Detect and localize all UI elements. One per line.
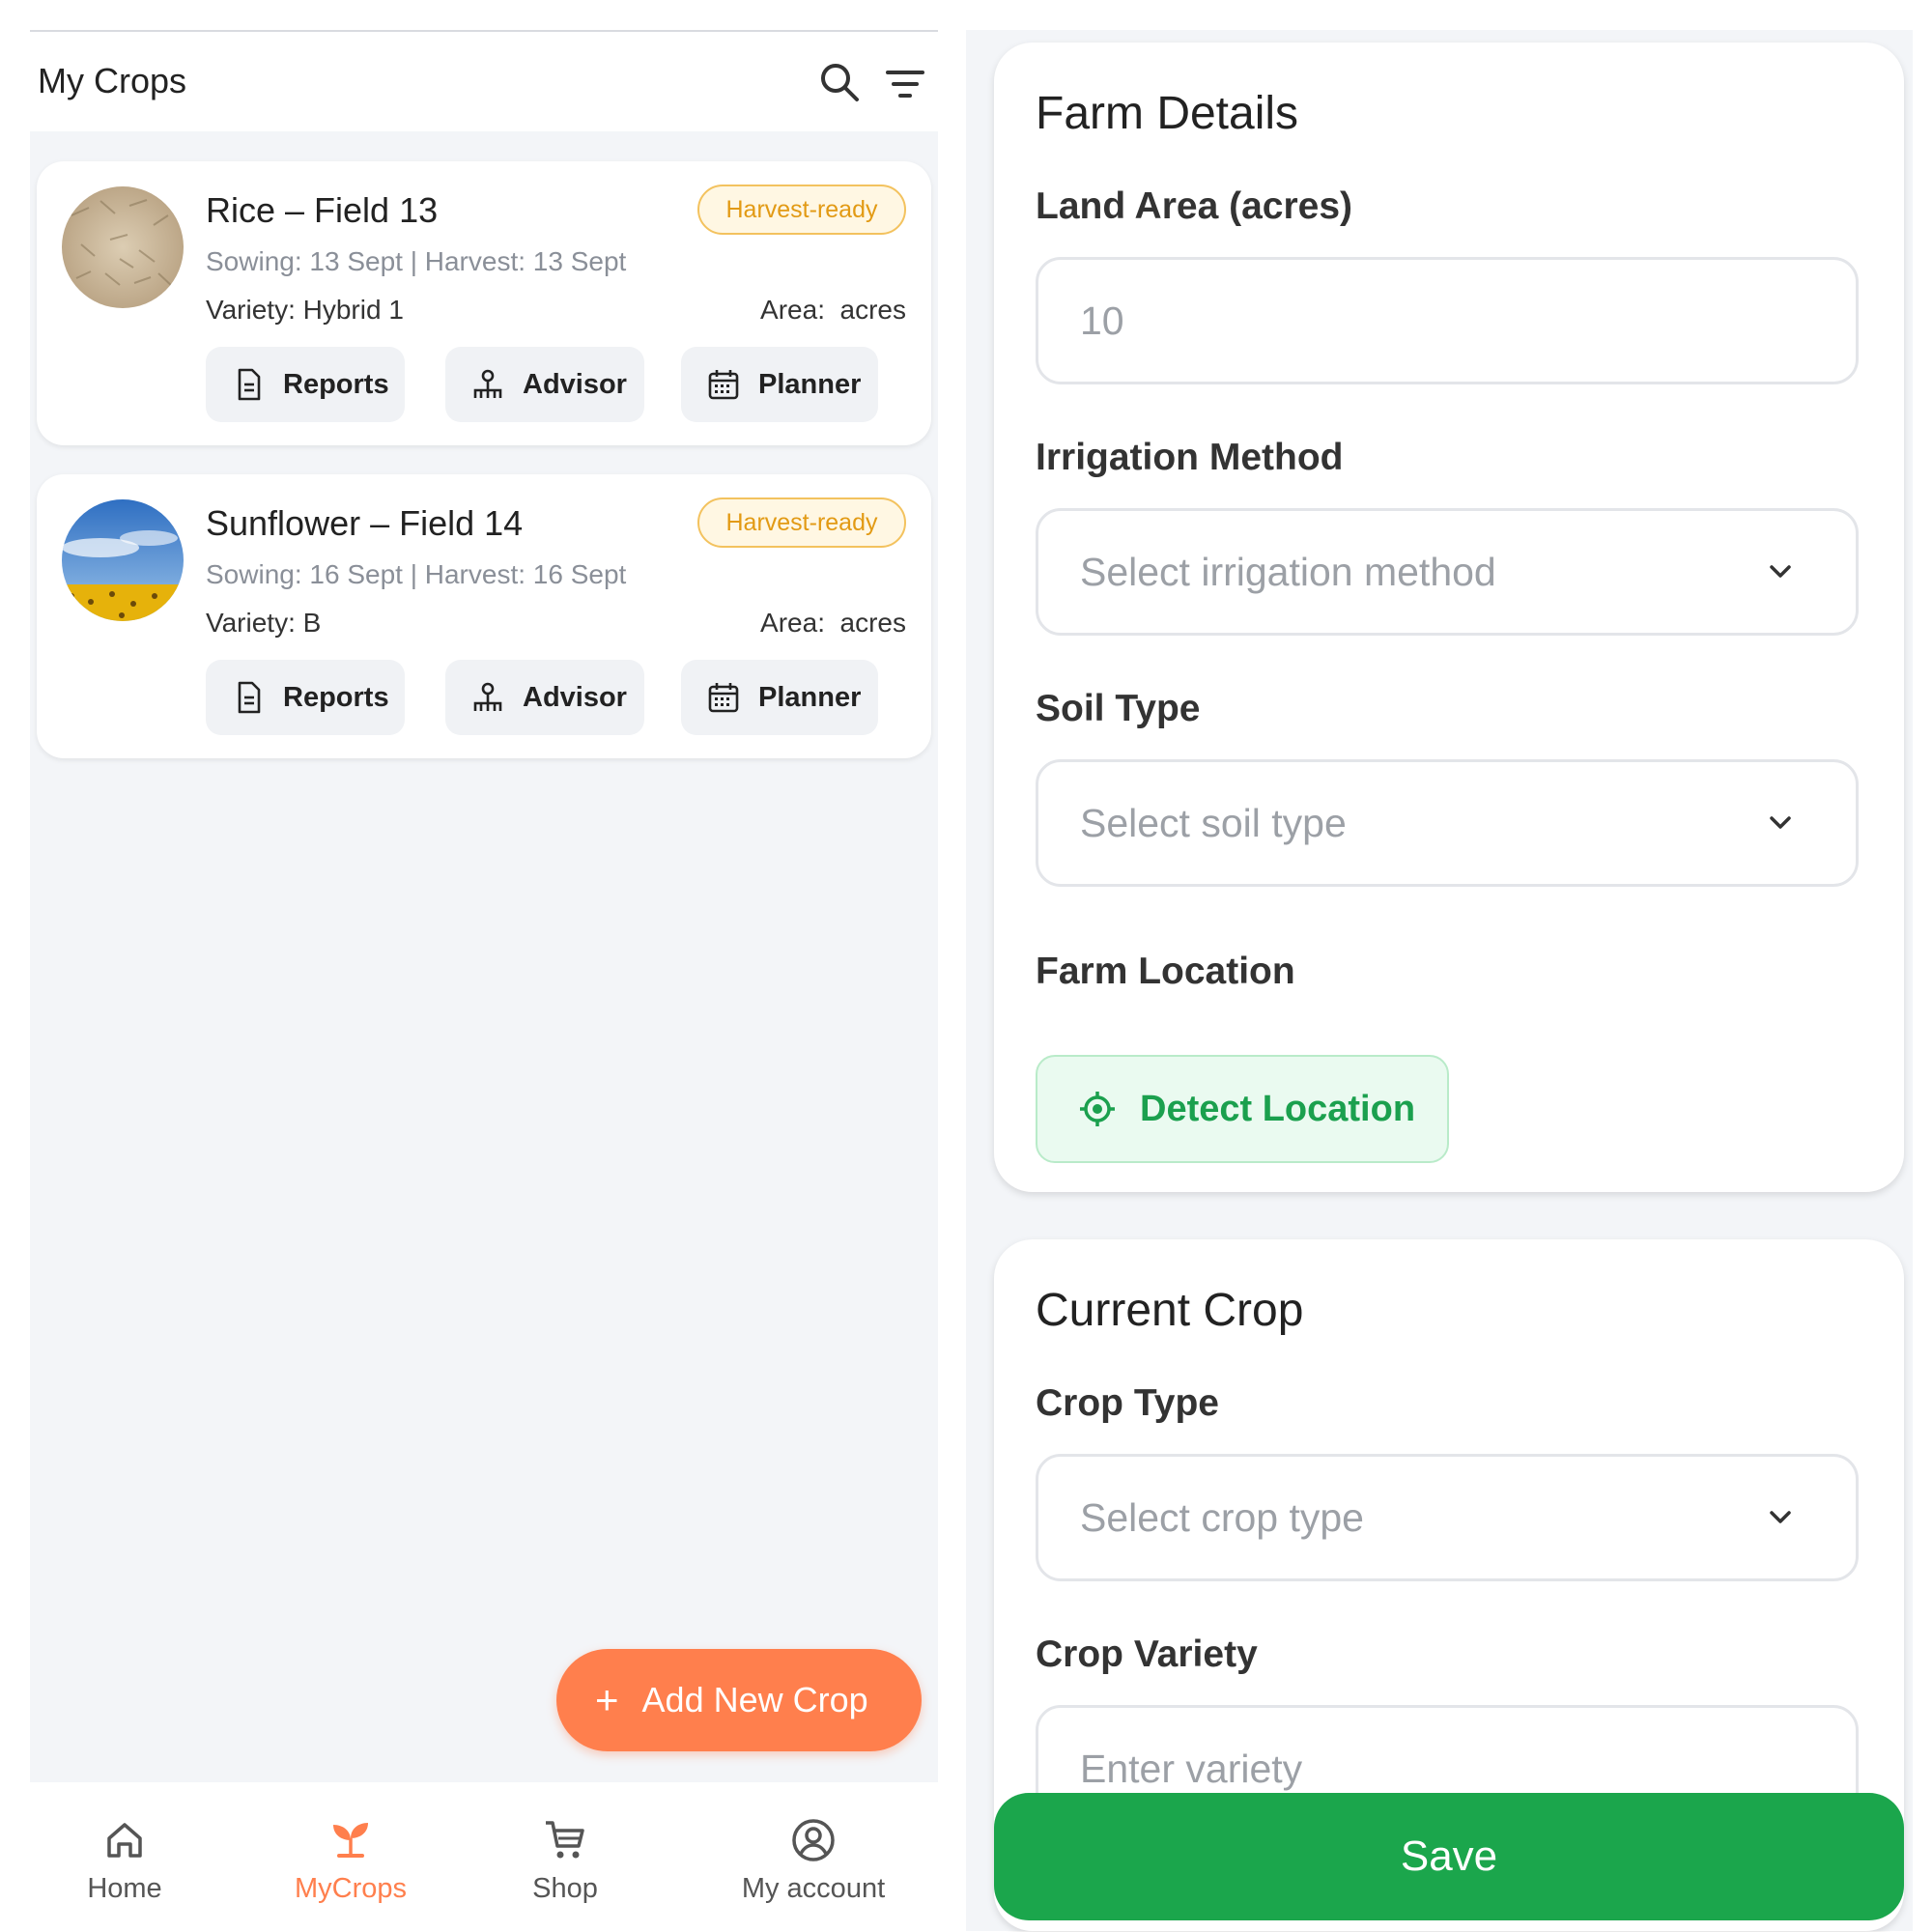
planner-button[interactable]: Planner (681, 347, 878, 422)
crop-name: Sunflower – Field 14 (206, 503, 524, 543)
detect-location-label: Detect Location (1140, 1088, 1416, 1129)
nav-label-home: Home (87, 1873, 162, 1904)
document-icon (238, 368, 261, 401)
crop-dates: Sowing: 16 Sept | Harvest: 16 Sept (206, 559, 627, 589)
irrigation-placeholder: Select irrigation method (1080, 549, 1496, 594)
home-icon (107, 1823, 142, 1858)
irrigation-method-select[interactable]: Select irrigation method (1036, 508, 1859, 636)
crop-area: Area: acres (760, 295, 906, 325)
land-area-input[interactable]: 10 (1036, 257, 1859, 384)
nav-item-shop[interactable]: Shop (517, 1817, 613, 1905)
my-crops-screen: My Crops Rice – Field 13 Harvest-ready S… (30, 30, 938, 1932)
page-title: My Crops (38, 61, 187, 100)
calendar-icon (708, 683, 739, 713)
crop-variety: Variety: B (206, 608, 322, 638)
farm-form-screen: Farm Details Land Area (acres) 10 Irriga… (966, 30, 1913, 1931)
nav-item-home[interactable]: Home (67, 1817, 183, 1905)
plus-icon: + (595, 1677, 619, 1722)
calendar-icon (708, 370, 739, 400)
crop-type-label: Crop Type (1036, 1382, 1219, 1424)
crop-area: Area: acres (760, 608, 906, 638)
add-new-crop-button[interactable]: + Add New Crop (556, 1649, 922, 1751)
crop-variety: Variety: Hybrid 1 (206, 295, 404, 325)
nav-label-my-account: My account (741, 1873, 886, 1904)
chevron-down-icon (1770, 1511, 1791, 1523)
land-area-label: Land Area (acres) (1036, 185, 1353, 227)
top-app-bar: My Crops (30, 32, 938, 131)
status-badge: Harvest-ready (697, 497, 906, 548)
save-button[interactable]: Save (994, 1793, 1904, 1920)
crop-thumbnail (62, 186, 184, 308)
sprout-icon (333, 1823, 368, 1858)
crop-card[interactable]: Rice – Field 13 Harvest-ready Sowing: 13… (37, 161, 931, 445)
land-area-value: 10 (1080, 298, 1124, 343)
soil-type-select[interactable]: Select soil type (1036, 759, 1859, 887)
section-title: Farm Details (1036, 88, 1299, 139)
crop-variety-label: Crop Variety (1036, 1634, 1258, 1675)
filter-icon[interactable] (882, 61, 928, 107)
soil-type-label: Soil Type (1036, 688, 1201, 729)
reports-button[interactable]: Reports (206, 347, 405, 422)
planner-label: Planner (758, 368, 862, 400)
add-new-crop-label: Add New Crop (641, 1680, 868, 1719)
farm-location-label: Farm Location (1036, 951, 1295, 992)
nav-item-my-account[interactable]: My account (731, 1817, 895, 1905)
location-target-icon (1080, 1092, 1115, 1126)
search-icon[interactable] (816, 59, 863, 105)
reports-label: Reports (283, 368, 389, 400)
chevron-down-icon (1770, 565, 1791, 578)
advisor-icon (473, 369, 502, 398)
nav-label-mycrops: MyCrops (294, 1873, 407, 1904)
planner-button[interactable]: Planner (681, 660, 878, 735)
section-title: Current Crop (1036, 1285, 1304, 1336)
planner-label: Planner (758, 681, 862, 713)
crop-card[interactable]: Sunflower – Field 14 Harvest-ready Sowin… (37, 474, 931, 758)
farm-details-card: Farm Details Land Area (acres) 10 Irriga… (994, 43, 1904, 1192)
reports-button[interactable]: Reports (206, 660, 405, 735)
crop-type-select[interactable]: Select crop type (1036, 1454, 1859, 1581)
detect-location-button[interactable]: Detect Location (1036, 1055, 1449, 1163)
advisor-icon (473, 682, 502, 711)
irrigation-method-label: Irrigation Method (1036, 437, 1344, 478)
status-badge: Harvest-ready (697, 185, 906, 235)
crop-variety-placeholder: Enter variety (1080, 1746, 1303, 1791)
document-icon (238, 681, 261, 714)
crop-thumbnail (62, 499, 184, 621)
cart-icon (546, 1821, 584, 1859)
nav-label-shop: Shop (532, 1873, 598, 1904)
advisor-label: Advisor (523, 681, 627, 713)
crop-name: Rice – Field 13 (206, 190, 439, 230)
reports-label: Reports (283, 681, 389, 713)
crop-type-placeholder: Select crop type (1080, 1494, 1364, 1540)
bottom-navigation: Home MyCrops Shop My account (30, 1782, 938, 1932)
nav-item-mycrops[interactable]: MyCrops (283, 1817, 418, 1905)
soil-placeholder: Select soil type (1080, 800, 1347, 845)
advisor-label: Advisor (523, 368, 627, 400)
chevron-down-icon (1770, 816, 1791, 829)
crop-dates: Sowing: 13 Sept | Harvest: 13 Sept (206, 246, 627, 276)
advisor-button[interactable]: Advisor (445, 660, 644, 735)
account-icon (792, 1819, 835, 1861)
advisor-button[interactable]: Advisor (445, 347, 644, 422)
